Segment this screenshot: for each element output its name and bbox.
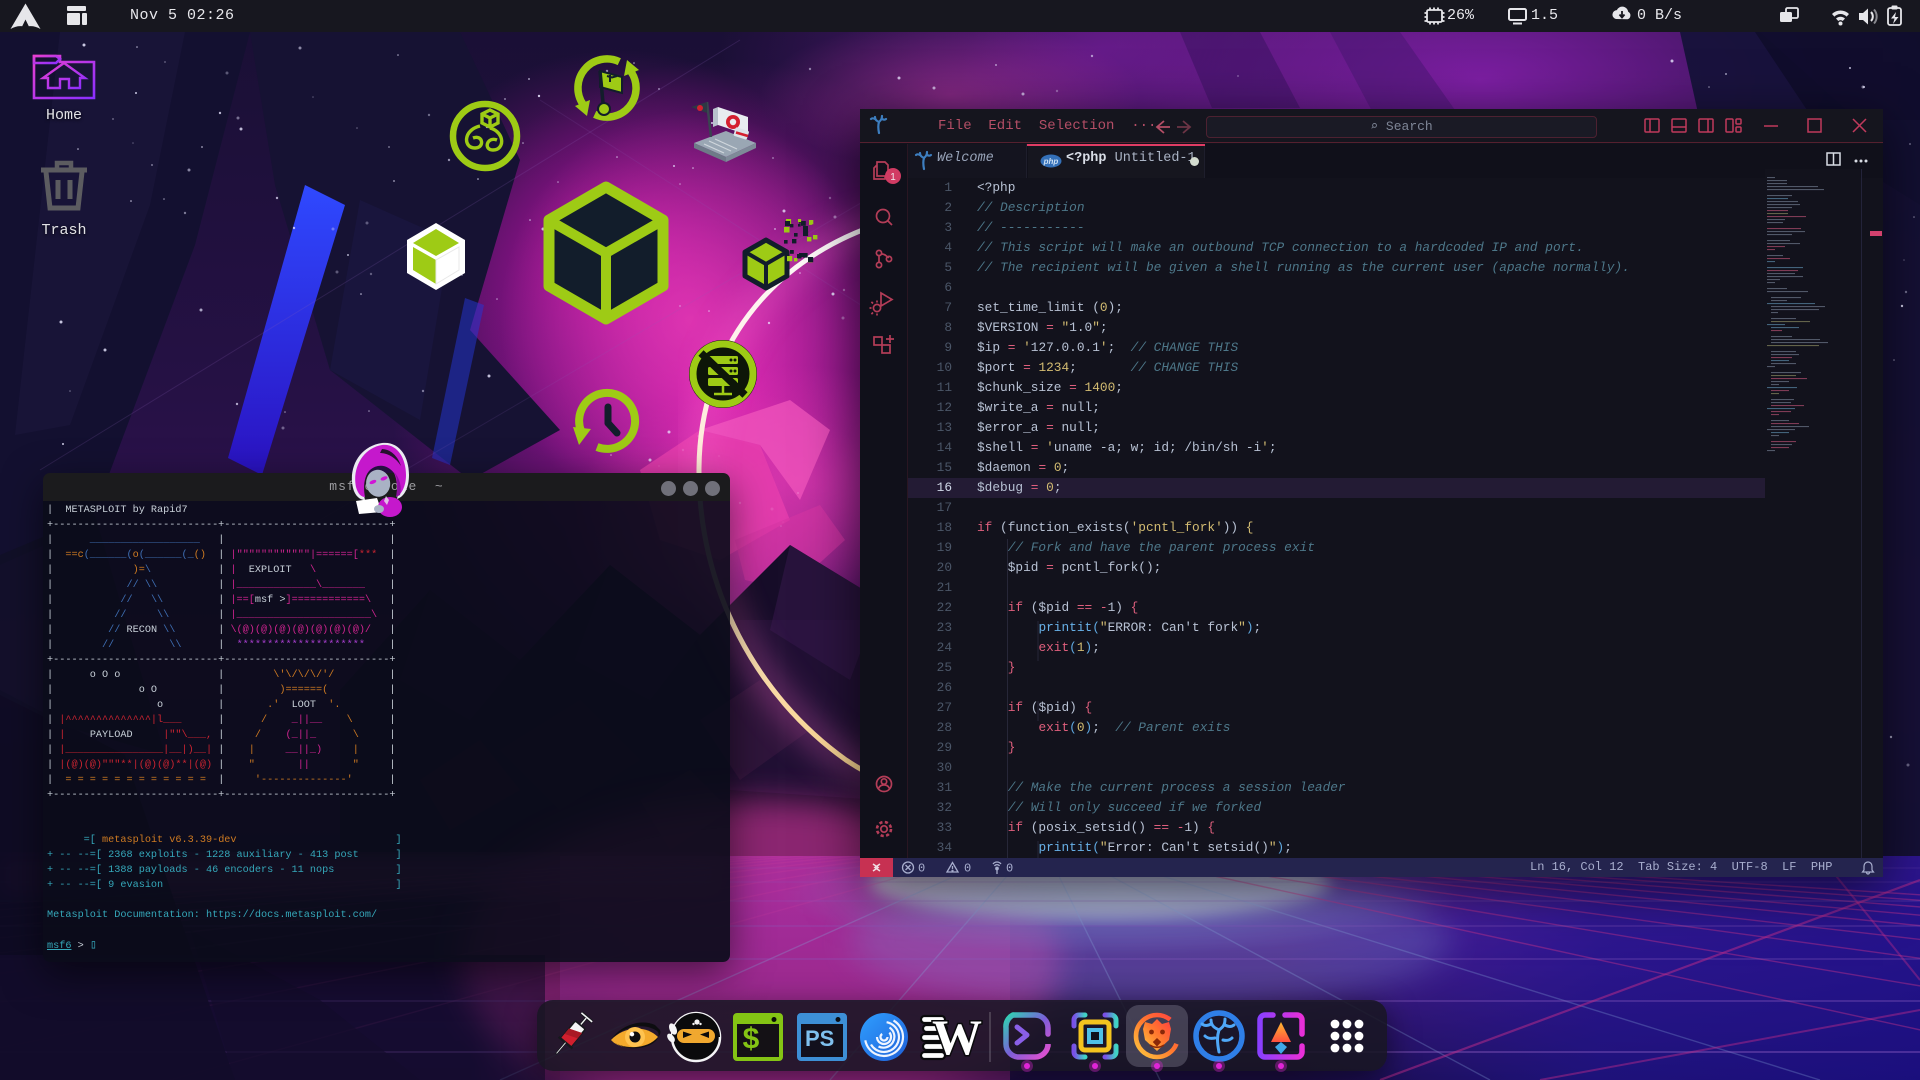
svg-text:W: W [932,1009,982,1065]
svg-text:0: 0 [918,862,925,876]
svg-text:$: $ [742,1024,760,1058]
svg-text:0: 0 [1006,862,1013,876]
svg-text:PS: PS [805,1026,834,1051]
svg-text:php: php [1043,157,1059,166]
svg-text:0: 0 [964,862,971,876]
